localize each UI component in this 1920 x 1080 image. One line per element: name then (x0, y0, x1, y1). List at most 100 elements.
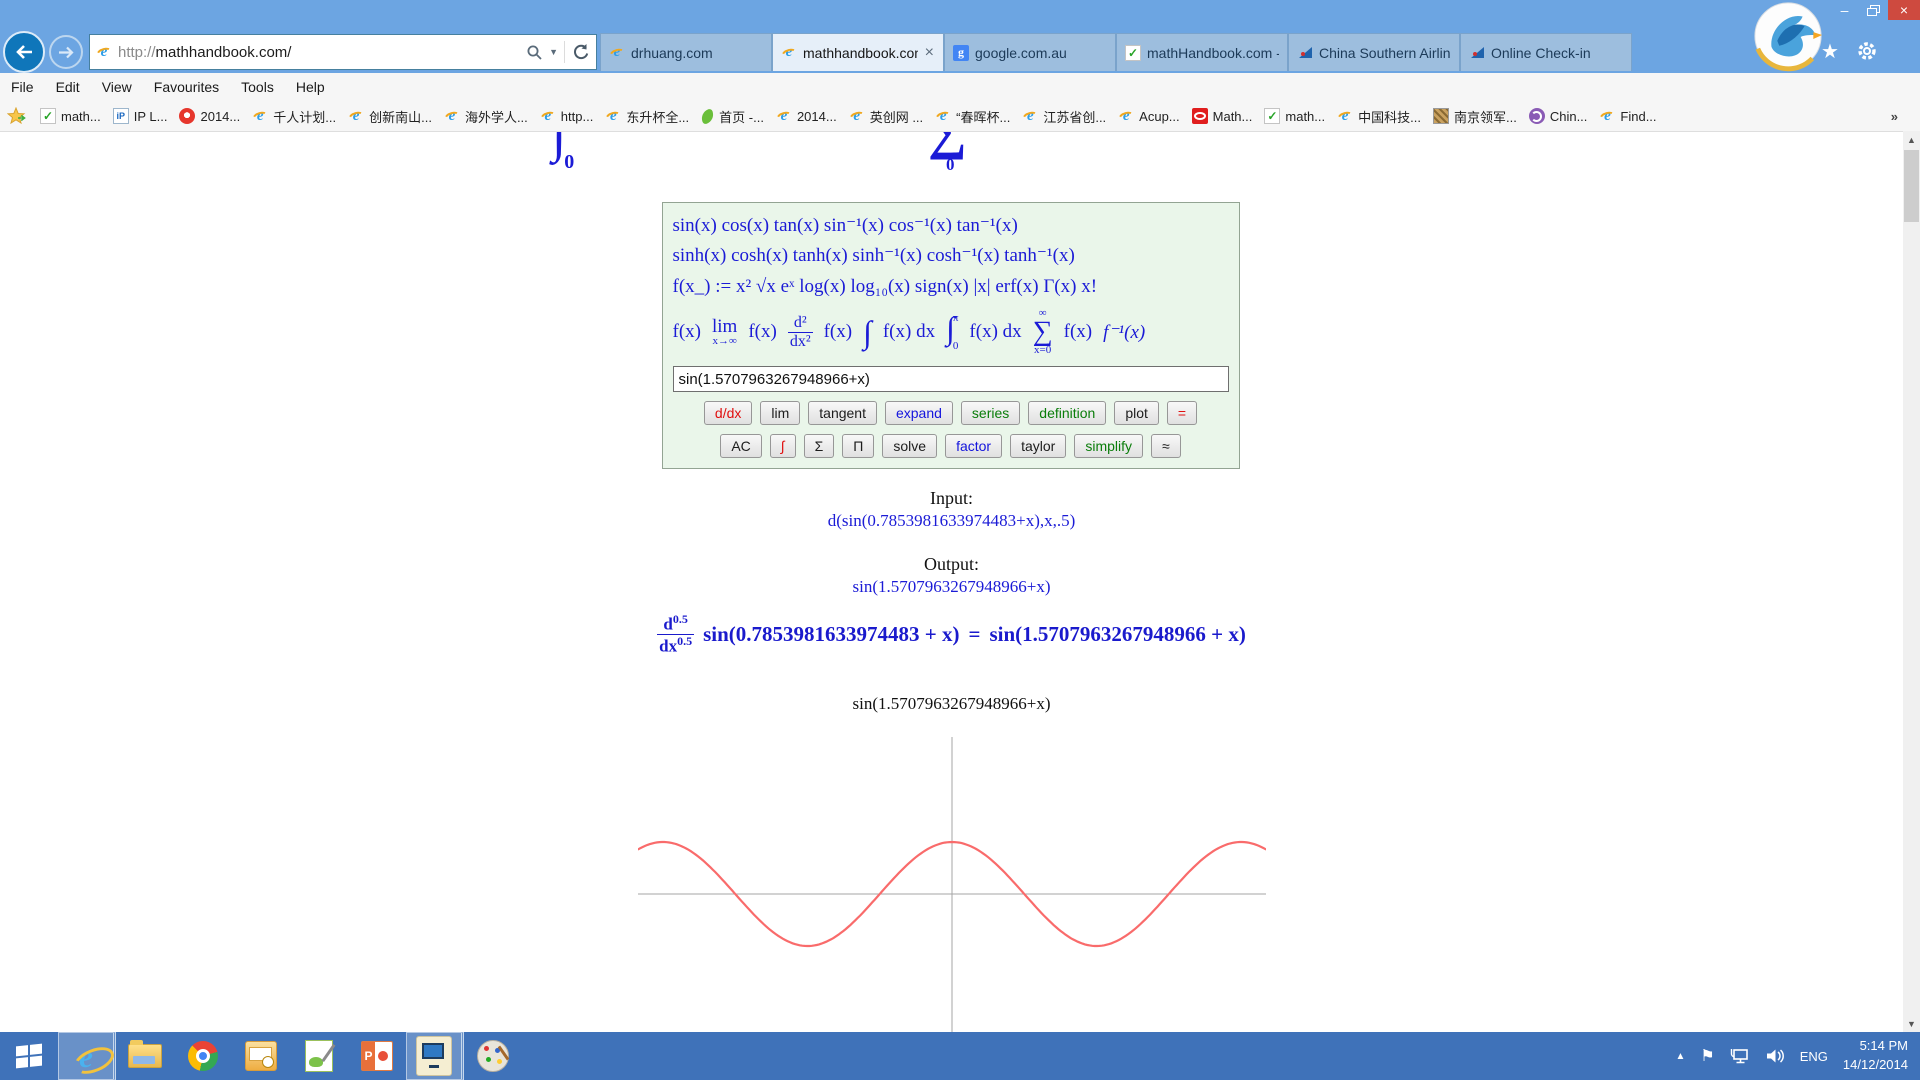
menu-item[interactable]: Tools (230, 79, 285, 95)
browser-tab[interactable]: China Southern Airline... (1288, 33, 1460, 71)
favorite-item[interactable]: 中国科技... (1331, 107, 1427, 126)
action-center-flag-icon[interactable]: ⚑ (1700, 1046, 1714, 1066)
tab-close-icon[interactable]: × (924, 44, 935, 62)
fx-token[interactable]: f(x) (748, 321, 776, 343)
favorite-item[interactable]: Chin... (1523, 108, 1594, 124)
search-dropdown-caret[interactable]: ▼ (549, 47, 558, 57)
hyperbolic-functions-row[interactable]: sinh(x) cosh(x) tanh(x) sinh⁻¹(x) cosh⁻¹… (673, 241, 1229, 271)
add-favorite-star-icon[interactable] (0, 107, 34, 125)
math-action-button[interactable]: Π (842, 434, 874, 458)
url-text[interactable]: http://mathhandbook.com/ (118, 44, 291, 61)
favorite-item[interactable]: math... (34, 108, 107, 124)
browser-tab[interactable]: mathHandbook.com -... (1116, 33, 1288, 71)
windows-taskbar: e P ▲ ⚑ ENG 5:14 PM 14/12/2014 (0, 1032, 1920, 1080)
address-bar[interactable]: http://mathhandbook.com/ ▼ (89, 34, 597, 70)
taskbar-ie-button[interactable]: e (58, 1032, 116, 1080)
math-action-button[interactable]: Σ (804, 434, 835, 458)
browser-tab[interactable]: Online Check-in (1460, 33, 1632, 71)
favorite-item[interactable]: Math... (1186, 108, 1259, 124)
taskbar-explorer-button[interactable] (116, 1032, 174, 1080)
browser-tab[interactable]: google.com.au (944, 33, 1116, 71)
forward-button[interactable] (49, 35, 83, 69)
indefinite-integral-operator[interactable]: ∫ (863, 316, 872, 348)
favorite-item[interactable]: 南京领军... (1427, 107, 1523, 126)
favorite-item[interactable]: math... (1258, 108, 1331, 124)
scrollbar-down-arrow[interactable]: ▼ (1903, 1015, 1920, 1032)
fx-token[interactable]: f(x) (1064, 321, 1092, 343)
math-action-button[interactable]: expand (885, 401, 953, 425)
favorite-item[interactable]: 英创网 ... (843, 107, 929, 126)
summation-operator[interactable]: ∞∑x=0 (1033, 308, 1053, 355)
math-action-button[interactable]: solve (882, 434, 937, 458)
math-action-button[interactable]: tangent (808, 401, 877, 425)
minimize-button[interactable]: – (1830, 0, 1859, 20)
calculus-operators-row[interactable]: f(x) limx→∞ f(x) d²dx² f(x) ∫ f(x) dx ∫π… (673, 303, 1229, 361)
menu-item[interactable]: File (0, 79, 45, 95)
math-action-button[interactable]: series (961, 401, 1020, 425)
page-scrollbar[interactable]: ▲ ▼ (1903, 131, 1920, 1032)
volume-icon[interactable] (1765, 1047, 1785, 1065)
browser-tab[interactable]: mathhandbook.com × (772, 33, 944, 71)
math-action-button[interactable]: factor (945, 434, 1002, 458)
favorite-item[interactable]: 东升杯全... (599, 107, 695, 126)
inverse-function-token[interactable]: f⁻¹(x) (1103, 321, 1145, 344)
second-derivative-operator[interactable]: d²dx² (788, 314, 813, 350)
math-action-button[interactable]: ∫ (770, 434, 796, 458)
misc-functions-row[interactable]: f(x_) := x² √x eˣ log(x) log₁₀(x) sign(x… (673, 271, 1229, 303)
tray-expand-arrow[interactable]: ▲ (1676, 1051, 1686, 1062)
settings-gear-icon[interactable] (1856, 40, 1878, 62)
favorite-item[interactable]: 首页 -... (695, 107, 770, 126)
fx-token[interactable]: f(x) (673, 321, 701, 343)
math-action-button[interactable]: AC (720, 434, 761, 458)
taskbar-notepad-button[interactable] (290, 1032, 348, 1080)
math-action-button[interactable]: definition (1028, 401, 1106, 425)
taskbar-remote-viewer-button[interactable] (406, 1032, 464, 1080)
favorite-item[interactable]: 2014... (173, 108, 246, 124)
scrollbar-thumb[interactable] (1904, 150, 1919, 222)
definite-integral-operator[interactable]: ∫π0 (946, 312, 958, 352)
output-expression[interactable]: sin(1.5707963267948966+x) (0, 577, 1903, 597)
restore-button[interactable] (1859, 0, 1888, 20)
math-action-button[interactable]: plot (1114, 401, 1159, 425)
taskbar-outlook-button[interactable] (232, 1032, 290, 1080)
math-action-button[interactable]: ≈ (1151, 434, 1181, 458)
network-icon[interactable] (1730, 1047, 1750, 1065)
back-button[interactable] (3, 31, 45, 73)
math-action-button[interactable]: simplify (1074, 434, 1143, 458)
refresh-icon[interactable] (571, 43, 590, 61)
taskbar-powerpoint-button[interactable]: P (348, 1032, 406, 1080)
fx-token[interactable]: f(x) (824, 321, 852, 343)
menu-item[interactable]: Help (285, 79, 336, 95)
favorites-overflow-chevron[interactable]: » (1891, 109, 1898, 124)
taskbar-chrome-button[interactable] (174, 1032, 232, 1080)
favorite-item[interactable]: http... (534, 108, 600, 124)
input-expression[interactable]: d(sin(0.7853981633974483+x),x,.5) (0, 511, 1903, 531)
browser-tab[interactable]: drhuang.com (600, 33, 772, 71)
math-action-button[interactable]: lim (760, 401, 800, 425)
trig-functions-row[interactable]: sin(x) cos(x) tan(x) sin⁻¹(x) cos⁻¹(x) t… (673, 211, 1229, 241)
favorite-item[interactable]: IP L... (107, 108, 174, 124)
clock[interactable]: 5:14 PM 14/12/2014 (1843, 1037, 1908, 1075)
limit-operator[interactable]: limx→∞ (712, 317, 737, 347)
math-action-button[interactable]: taylor (1010, 434, 1066, 458)
scrollbar-up-arrow[interactable]: ▲ (1903, 131, 1920, 148)
math-action-button[interactable]: = (1167, 401, 1197, 425)
menu-item[interactable]: Edit (45, 79, 91, 95)
menu-item[interactable]: View (91, 79, 143, 95)
language-indicator[interactable]: ENG (1800, 1049, 1828, 1064)
favorite-item[interactable]: 2014... (770, 108, 843, 124)
taskbar-paint-button[interactable] (464, 1032, 522, 1080)
favorite-item[interactable]: Find... (1593, 108, 1662, 124)
expression-input[interactable] (673, 366, 1229, 392)
favorite-item[interactable]: 千人计划... (246, 107, 342, 126)
favorite-item[interactable]: 江苏省创... (1016, 107, 1112, 126)
favorite-item[interactable]: “春晖杯... (929, 107, 1016, 126)
favorite-item[interactable]: 创新南山... (342, 107, 438, 126)
math-action-button[interactable]: d/dx (704, 401, 752, 425)
favorite-item[interactable]: 海外学人... (438, 107, 534, 126)
menu-item[interactable]: Favourites (143, 79, 230, 95)
favorite-item[interactable]: Acup... (1112, 108, 1185, 124)
close-button[interactable]: × (1888, 0, 1920, 20)
search-icon[interactable] (526, 44, 543, 61)
start-button[interactable] (0, 1032, 58, 1080)
